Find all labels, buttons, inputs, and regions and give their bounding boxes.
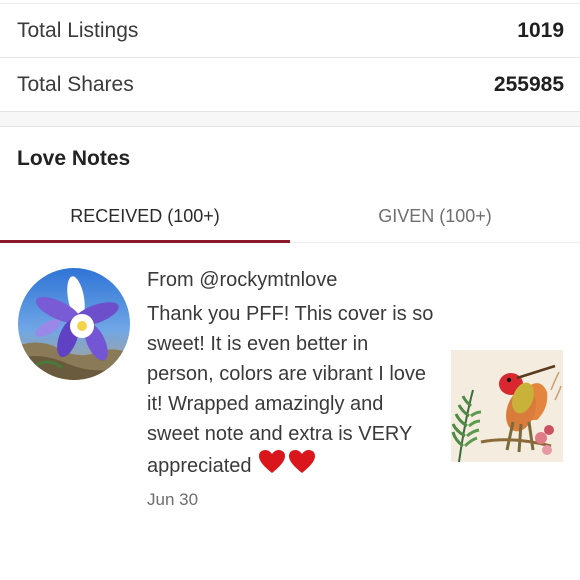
total-shares-value: 255985	[493, 72, 564, 96]
heart-icon	[258, 450, 315, 473]
love-note-content: From @rockymtnlove Thank you PFF! This c…	[147, 267, 437, 510]
hummingbird-illustration-icon	[451, 350, 563, 462]
heart-emojis: ❤️❤️	[258, 449, 316, 484]
total-shares-label: Total Shares	[17, 72, 134, 96]
tab-received[interactable]: RECEIVED (100+)	[0, 190, 290, 243]
columbine-flower-photo-icon	[18, 268, 130, 380]
section-divider	[0, 111, 580, 127]
note-message: Thank you PFF! This cover is so sweet! I…	[147, 299, 437, 484]
total-listings-row: Total Listings 1019	[0, 3, 580, 57]
listing-thumbnail[interactable]	[451, 350, 563, 462]
sender-avatar[interactable]	[18, 268, 130, 380]
love-notes-title: Love Notes	[17, 147, 131, 170]
love-notes-tabs: RECEIVED (100+) GIVEN (100+)	[0, 190, 580, 243]
love-note-item: From @rockymtnlove Thank you PFF! This c…	[0, 243, 580, 580]
total-shares-row: Total Shares 255985	[0, 57, 580, 111]
total-listings-label: Total Listings	[17, 18, 139, 42]
tab-given[interactable]: GIVEN (100+)	[290, 190, 580, 243]
total-listings-value: 1019	[517, 18, 564, 42]
note-sender[interactable]: From @rockymtnlove	[147, 267, 437, 293]
note-date: Jun 30	[147, 490, 199, 509]
